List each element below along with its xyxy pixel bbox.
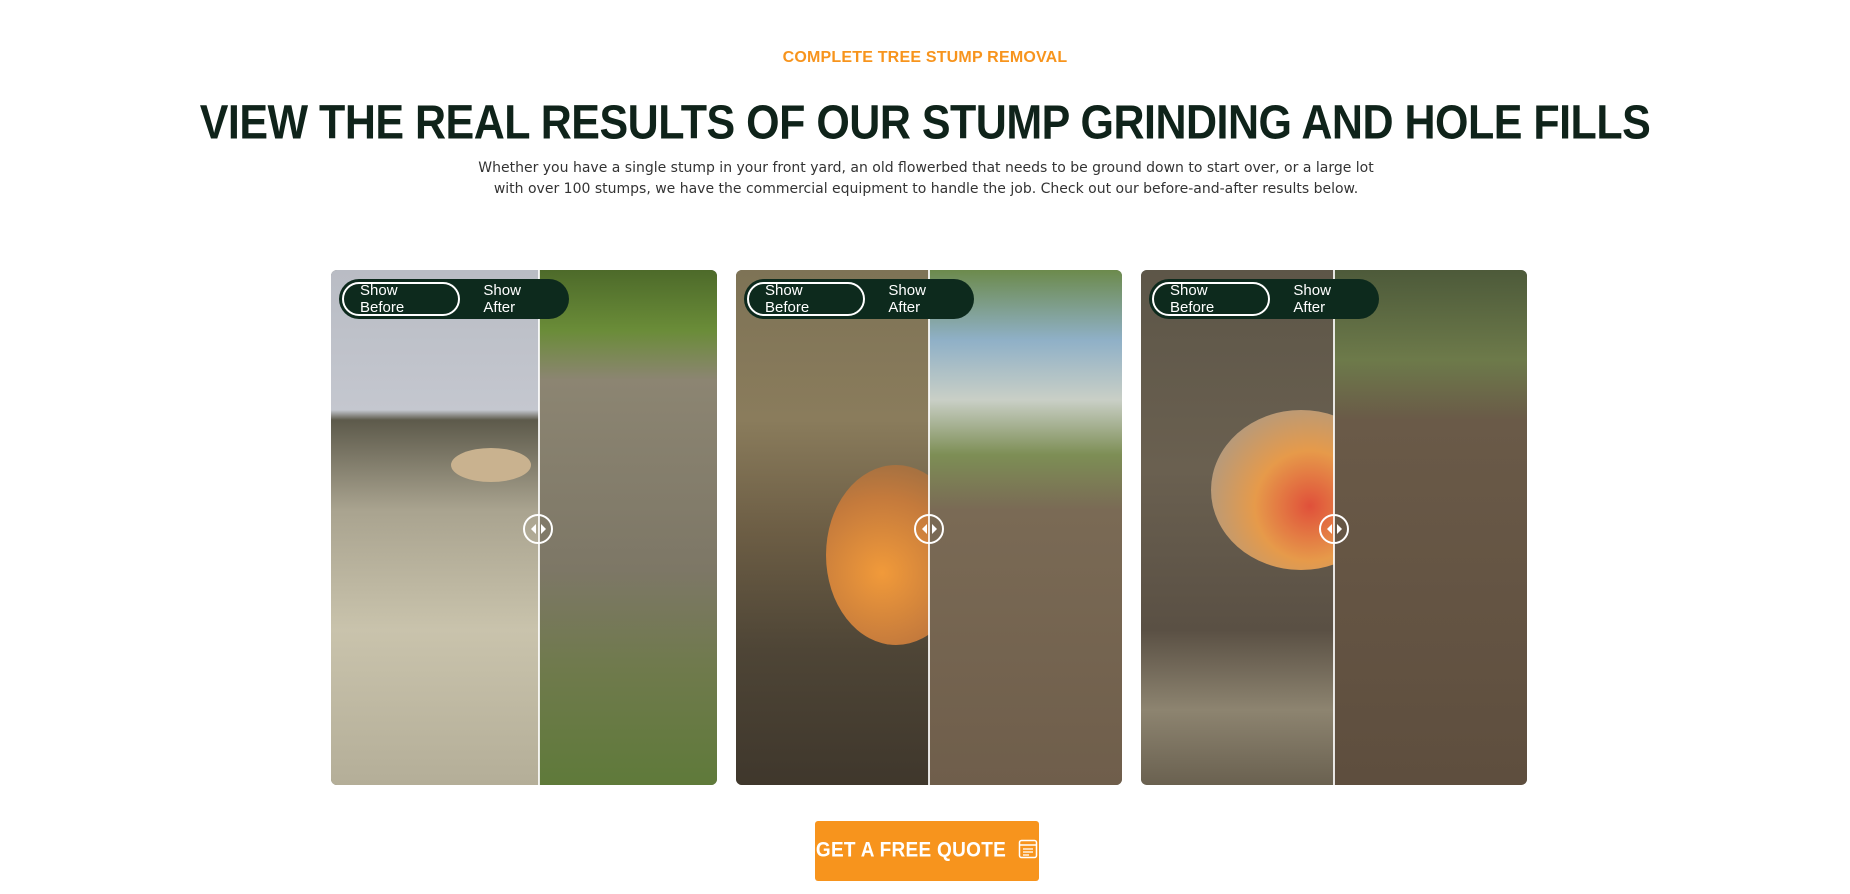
stump <box>451 448 531 482</box>
after-photo-2 <box>929 270 1122 785</box>
before-after-slider-3[interactable]: Show Before Show After <box>1141 270 1527 785</box>
section-intro: Whether you have a single stump in your … <box>478 160 1374 197</box>
quote-form-icon <box>1018 839 1038 863</box>
after-photo-3 <box>1334 270 1527 785</box>
before-after-toggle: Show Before Show After <box>339 279 569 319</box>
show-after-button[interactable]: Show After <box>872 282 974 316</box>
before-photo-2 <box>736 270 966 785</box>
before-photo-3 <box>1141 270 1391 785</box>
show-after-button[interactable]: Show After <box>467 282 569 316</box>
before-after-toggle: Show Before Show After <box>744 279 974 319</box>
show-before-button[interactable]: Show Before <box>1152 282 1271 316</box>
before-photo-1 <box>331 270 539 785</box>
show-before-button[interactable]: Show Before <box>342 282 461 316</box>
section-headline: VIEW THE REAL RESULTS OF OUR STUMP GRIND… <box>199 96 1651 150</box>
slider-handle-icon[interactable] <box>914 514 944 544</box>
show-after-button[interactable]: Show After <box>1277 282 1379 316</box>
cta-label: GET A FREE QUOTE <box>815 838 1007 862</box>
show-before-button[interactable]: Show Before <box>747 282 866 316</box>
before-after-toggle: Show Before Show After <box>1149 279 1379 319</box>
before-after-slider-1[interactable]: Show Before Show After <box>331 270 717 785</box>
slider-handle-icon[interactable] <box>1319 514 1349 544</box>
get-free-quote-button[interactable]: GET A FREE QUOTE <box>815 821 1039 881</box>
eyebrow-title: COMPLETE TREE STUMP REMOVAL <box>782 49 1068 66</box>
after-photo-1 <box>539 270 717 785</box>
before-after-slider-2[interactable]: Show Before Show After <box>736 270 1122 785</box>
slider-handle-icon[interactable] <box>523 514 553 544</box>
